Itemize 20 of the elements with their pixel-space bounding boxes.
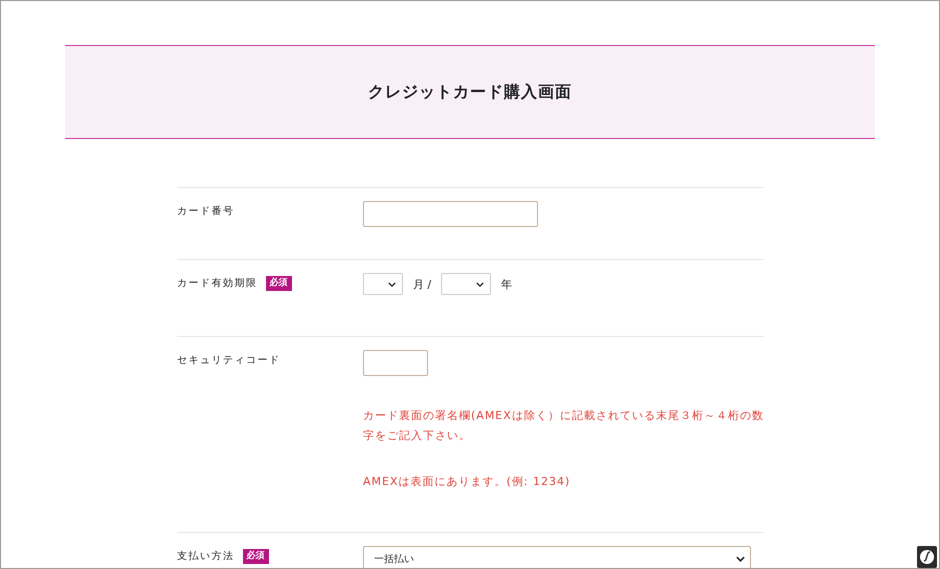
help-text: AMEXは表面にあります。(例: 1234)	[363, 474, 572, 490]
year-select[interactable]	[441, 273, 492, 295]
field-label: カード有効期限	[177, 276, 258, 291]
required-badge: 必須	[242, 549, 268, 564]
help-text: カード裏面の署名欄(AMEXは除く）に記載されている末尾３桁～４桁の数字をご記入下さい。	[363, 408, 765, 444]
required-badge: 必須	[266, 276, 292, 291]
logo-icon[interactable]	[917, 546, 937, 568]
chevron-down-icon	[476, 282, 484, 286]
month-select[interactable]	[363, 273, 403, 295]
input-field[interactable]	[363, 350, 428, 376]
chevron-down-icon	[388, 282, 396, 286]
month-unit: 月 /	[413, 276, 432, 292]
chevron-down-icon	[736, 556, 745, 562]
field-label: 支払い方法	[177, 550, 234, 564]
field-label: セキュリティコード	[177, 354, 280, 368]
input-field[interactable]	[363, 201, 538, 227]
page-title: クレジットカード購入画面	[368, 82, 572, 102]
field-label: カード番号	[177, 204, 234, 219]
payment-select[interactable]: 一括払い	[363, 546, 751, 568]
year-unit: 年	[501, 276, 512, 292]
